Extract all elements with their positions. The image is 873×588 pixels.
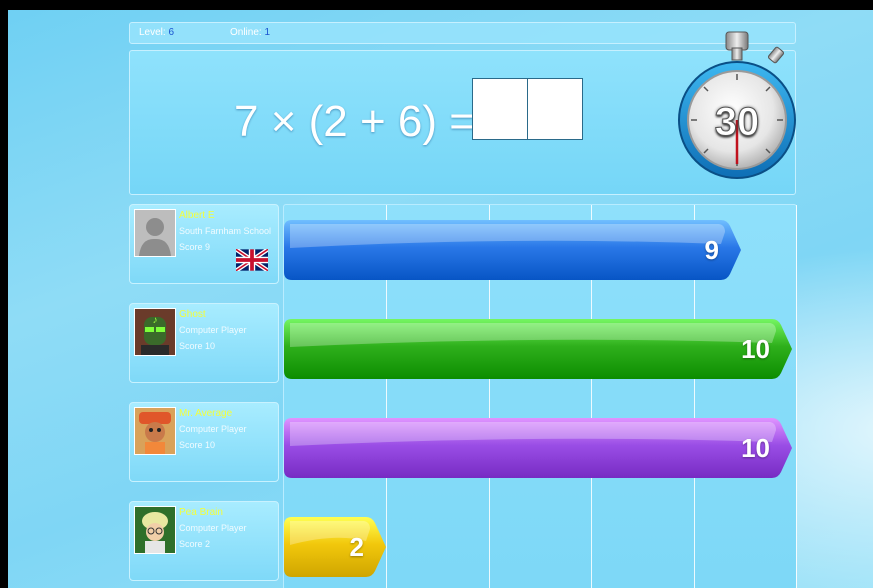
ghost-avatar-icon: ♪ [134,308,176,356]
bar-score-label: 2 [349,532,364,562]
player-name: Ghost [179,309,206,320]
answer-digit-2[interactable] [527,78,583,140]
svg-text:♪: ♪ [153,315,158,326]
race-track: 9 10 10 2 [283,204,797,588]
equation-text: 7 × (2 + 6) = [234,97,475,146]
track-gridline [796,205,797,588]
player-name: Pea Brain [179,507,223,518]
default-avatar-icon [134,209,176,257]
game-window: Level: 6 Online: 1 7 × (2 + 6) = 30 9 10… [8,10,873,588]
player-card: Pea Brain Computer Player Score 2 [129,501,279,581]
player-name: Mr. Average [179,408,233,419]
bar-score-label: 9 [704,235,719,265]
player-affiliation: South Farnham School [179,226,272,236]
score-bar: 10 [284,317,792,381]
score-bar: 10 [284,416,792,480]
mr-average-avatar-icon [134,407,176,455]
player-card: ♪ Ghost Computer Player Score 10 [129,303,279,383]
player-affiliation: Computer Player [179,424,247,434]
online-indicator: Online: 1 [230,27,271,38]
score-bar: 9 [284,218,741,282]
pea-brain-avatar-icon [134,506,176,554]
uk-flag-icon [234,247,270,273]
player-card: Mr. Average Computer Player Score 10 [129,402,279,482]
player-score: Score 10 [179,341,216,351]
player-affiliation: Computer Player [179,523,247,533]
level-indicator: Level: 6 [139,27,175,38]
player-card: Albert E South Farnham School Score 9 [129,204,279,284]
player-score: Score 9 [179,242,211,252]
bar-score-label: 10 [741,334,770,364]
bar-score-label: 10 [741,433,770,463]
player-affiliation: Computer Player [179,325,247,335]
score-bar: 2 [284,515,386,579]
player-score: Score 10 [179,440,216,450]
timer-value: 30 [714,100,760,145]
answer-digit-1[interactable] [472,78,528,140]
player-name: Albert E [179,210,215,221]
player-score: Score 2 [179,539,211,549]
